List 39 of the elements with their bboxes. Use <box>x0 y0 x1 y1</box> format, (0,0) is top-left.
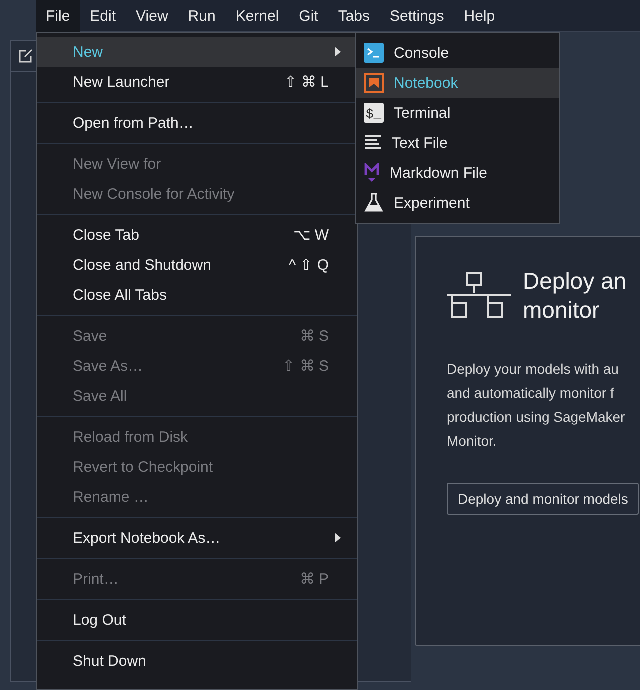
menu-title[interactable]: Edit <box>80 0 126 32</box>
menu-item[interactable]: Shut Down <box>37 646 357 676</box>
card-title: monitor <box>523 296 601 325</box>
menu-item[interactable]: Log Out <box>37 605 357 635</box>
menu-item[interactable]: Export Notebook As… <box>37 523 357 553</box>
menu-item[interactable]: Experiment <box>356 188 559 218</box>
menu-item[interactable]: Notebook <box>356 68 559 98</box>
flask-icon <box>364 193 384 213</box>
menu-item[interactable]: Close Tab ⌥ W <box>37 220 357 250</box>
card-description: and automatically monitor f <box>447 384 616 403</box>
menu-item[interactable]: Close All Tabs <box>37 280 357 310</box>
edit-icon <box>19 49 33 63</box>
menu-item[interactable]: Console <box>356 38 559 68</box>
network-icon <box>447 271 511 321</box>
menu-item[interactable]: New Launcher ⇧ ⌘ L <box>37 67 357 97</box>
deploy-button[interactable]: Deploy and monitor models <box>447 483 640 515</box>
menu-title[interactable]: Settings <box>380 0 454 32</box>
card-description: Monitor. <box>447 432 498 451</box>
card-description: Deploy your models with au <box>447 360 620 379</box>
menu-title[interactable]: Help <box>454 0 506 32</box>
menu-title[interactable]: Run <box>178 0 226 32</box>
menu-title[interactable]: Git <box>289 0 328 32</box>
text-lines-icon <box>364 134 382 152</box>
menu-item[interactable]: Text File <box>356 128 559 158</box>
menu-title[interactable]: Tabs <box>328 0 380 32</box>
menu-item[interactable]: New <box>37 37 357 67</box>
menu-item[interactable]: $_ Terminal <box>356 98 559 128</box>
terminal-icon: $_ <box>364 103 384 123</box>
menu-item[interactable]: Markdown File <box>356 158 559 188</box>
card-description: production using SageMaker <box>447 408 626 427</box>
menu-title[interactable]: Kernel <box>226 0 290 32</box>
console-icon <box>364 43 384 63</box>
menu-title[interactable]: File <box>36 0 80 32</box>
menu-item[interactable]: Open from Path… <box>37 108 357 138</box>
notebook-icon <box>364 73 384 93</box>
menu-title[interactable]: View <box>126 0 178 32</box>
card-title: Deploy an <box>523 267 627 296</box>
menu-item[interactable]: Close and Shutdown ^ ⇧ Q <box>37 250 357 280</box>
markdown-icon <box>364 163 380 183</box>
